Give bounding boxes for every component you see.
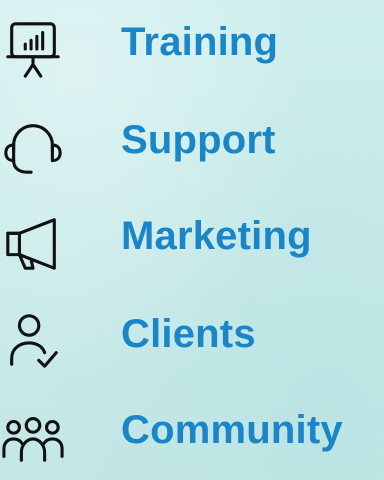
user-check-icon: [2, 310, 64, 372]
menu-item-label: Marketing: [121, 214, 312, 258]
menu-item-marketing[interactable]: Marketing: [0, 198, 384, 278]
menu-item-training[interactable]: Training: [0, 4, 384, 84]
menu-item-label: Community: [121, 408, 343, 452]
menu-item-clients[interactable]: Clients: [0, 296, 384, 376]
headset-icon: [2, 116, 64, 178]
menu-item-label: Support: [121, 118, 276, 162]
megaphone-icon: [2, 212, 64, 274]
category-list: Training Support Marketing Clients Commu…: [0, 0, 384, 480]
menu-item-label: Training: [121, 20, 279, 64]
presentation-chart-icon: [2, 18, 64, 80]
group-icon: [2, 406, 64, 468]
menu-item-label: Clients: [121, 312, 256, 356]
menu-item-support[interactable]: Support: [0, 102, 384, 182]
menu-item-community[interactable]: Community: [0, 392, 384, 472]
